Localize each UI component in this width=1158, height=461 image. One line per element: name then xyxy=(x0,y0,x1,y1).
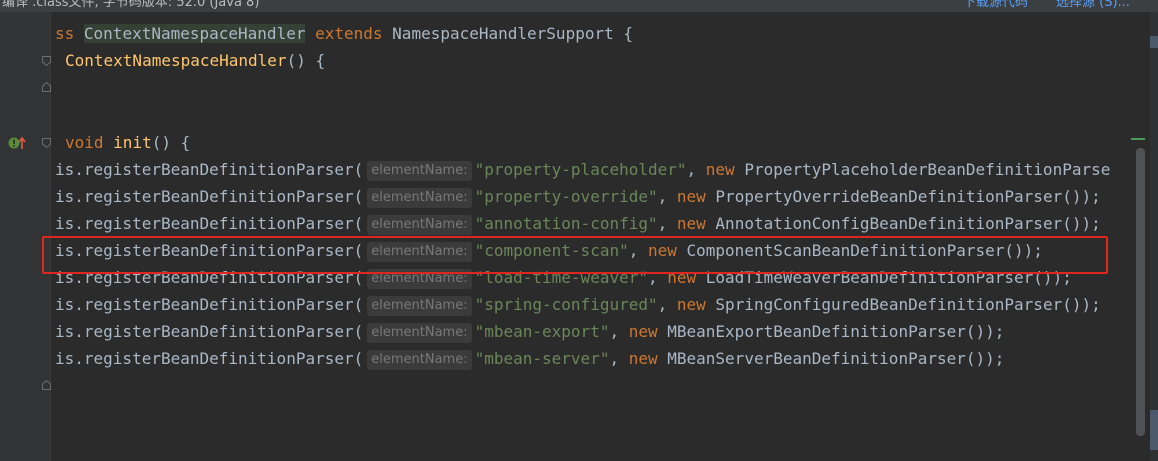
code-line-register-call: is.registerBeanDefinitionParser(elementN… xyxy=(55,160,1111,181)
param-hint: elementName: xyxy=(367,188,472,208)
banner-text: 编译 .class文件, 字节码版本: 52.0 (Java 8) xyxy=(2,0,260,10)
param-hint: elementName: xyxy=(367,296,472,316)
parser-class: SpringConfiguredBeanDefinitionParser()); xyxy=(715,295,1101,314)
parent-class: NamespaceHandlerSupport { xyxy=(392,24,633,43)
choose-sources-link[interactable]: 选择源 (S)... xyxy=(1056,0,1130,11)
keyword-extends: extends xyxy=(305,24,393,43)
code-line-init-decl: void init() { xyxy=(65,129,190,156)
ide-editor: 编译 .class文件, 字节码版本: 52.0 (Java 8) 下载源代码 … xyxy=(0,0,1158,461)
string-literal: "annotation-config" xyxy=(474,214,658,233)
code-line-register-call: is.registerBeanDefinitionParser(elementN… xyxy=(55,349,1005,370)
string-literal: "mbean-server" xyxy=(474,349,610,368)
param-hint: elementName: xyxy=(367,215,472,235)
code-line-register-call: is.registerBeanDefinitionParser(elementN… xyxy=(55,187,1101,208)
fold-end-icon[interactable] xyxy=(42,380,51,390)
code-line-constructor: ContextNamespaceHandler() { xyxy=(65,47,325,74)
fold-start-icon[interactable] xyxy=(42,138,51,148)
decompiled-banner: 编译 .class文件, 字节码版本: 52.0 (Java 8) 下载源代码 … xyxy=(0,0,1158,12)
keyword-void: void xyxy=(65,133,114,152)
vertical-scrollbar-thumb[interactable] xyxy=(1136,148,1145,436)
override-implements-icon[interactable] xyxy=(7,135,29,151)
fold-end-icon[interactable] xyxy=(42,82,51,92)
code-line-register-call: is.registerBeanDefinitionParser(elementN… xyxy=(55,295,1101,316)
error-stripe-mark[interactable] xyxy=(1150,36,1158,48)
fold-start-icon[interactable] xyxy=(42,56,51,66)
code-line-register-call: is.registerBeanDefinitionParser(elementN… xyxy=(55,322,1005,343)
parser-class: PropertyPlaceholderBeanDefinitionParse xyxy=(744,160,1111,179)
string-literal: "property-override" xyxy=(474,187,658,206)
change-marker[interactable] xyxy=(1131,138,1145,140)
method-name: init xyxy=(113,133,152,152)
parser-class: MBeanServerBeanDefinitionParser()); xyxy=(667,349,1005,368)
parser-class: AnnotationConfigBeanDefinitionParser()); xyxy=(715,214,1101,233)
param-hint: elementName: xyxy=(367,350,472,370)
code-line-register-call: is.registerBeanDefinitionParser(elementN… xyxy=(55,214,1101,235)
method-rest: () { xyxy=(151,133,191,152)
param-hint: elementName: xyxy=(367,323,472,343)
error-stripe-mark[interactable] xyxy=(1150,410,1158,450)
param-hint: elementName: xyxy=(367,161,472,181)
parser-class: MBeanExportBeanDefinitionParser()); xyxy=(667,322,1005,341)
download-sources-link[interactable]: 下载源代码 xyxy=(963,0,1028,11)
class-name: ContextNamespaceHandler xyxy=(83,24,306,43)
string-literal: "property-placeholder" xyxy=(474,160,687,179)
annotation-highlight-box xyxy=(42,236,1108,274)
constructor-rest: () { xyxy=(286,51,326,70)
string-literal: "mbean-export" xyxy=(474,322,610,341)
string-literal: "spring-configured" xyxy=(474,295,658,314)
keyword: ss xyxy=(55,24,84,43)
constructor-name: ContextNamespaceHandler xyxy=(65,51,287,70)
parser-class: PropertyOverrideBeanDefinitionParser()); xyxy=(715,187,1101,206)
error-stripe[interactable] xyxy=(1150,12,1158,461)
code-line-class-decl: ss ContextNamespaceHandler extends Names… xyxy=(55,20,633,47)
